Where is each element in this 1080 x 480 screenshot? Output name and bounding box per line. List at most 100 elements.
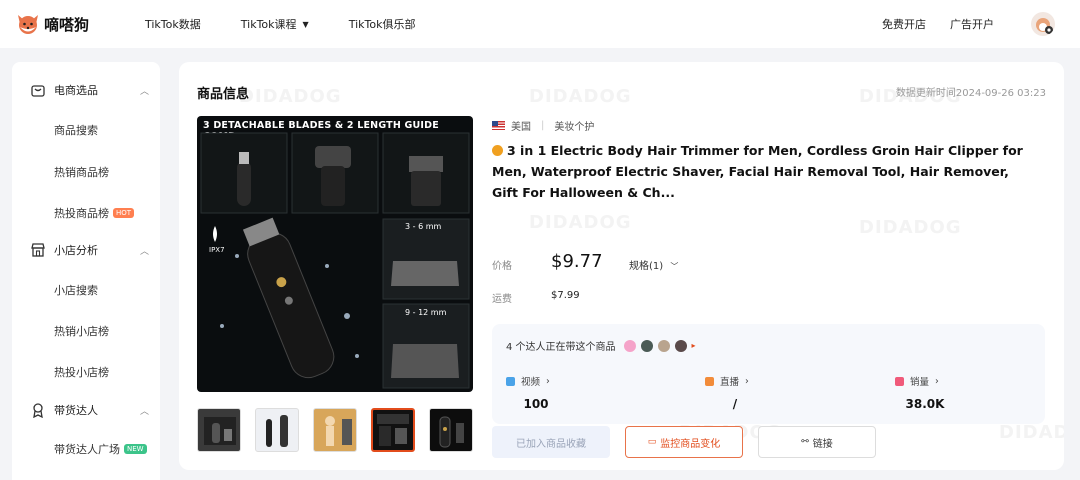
sidebar-group-store-analysis[interactable]: 小店分析 ︿ bbox=[12, 235, 160, 265]
region: 美国 bbox=[511, 122, 531, 133]
product-title[interactable]: 3 in 1 Electric Body Hair Trimmer for Me… bbox=[492, 140, 1032, 203]
thumbnail-image bbox=[266, 415, 288, 447]
sidebar-item-label: 热销商品榜 bbox=[54, 166, 109, 179]
category: 美妆个护 bbox=[554, 122, 595, 133]
watermark: DIDADOG bbox=[529, 86, 632, 107]
ipx-label: IPX7 bbox=[209, 246, 225, 254]
stat-value: / bbox=[732, 397, 738, 411]
creators-row[interactable]: 4 个达人正在带这个商品 ▸ bbox=[506, 338, 696, 353]
stat-value: 38.0K bbox=[905, 397, 945, 411]
thumbnail-1[interactable] bbox=[197, 408, 241, 452]
sidebar-group-label: 带货达人 bbox=[54, 404, 98, 417]
sidebar-group-product-selection[interactable]: 电商选品 ︿ bbox=[12, 75, 160, 105]
sidebar-item-ad-products[interactable]: 热投商品榜 HOT bbox=[54, 205, 135, 221]
button-label: 已加入商品收藏 bbox=[516, 438, 586, 450]
sidebar: 电商选品 ︿ 商品搜索 热销商品榜 热投商品榜 HOT 小店分析 ︿ 小店搜索 热… bbox=[12, 62, 160, 480]
stat-label: 视频 bbox=[521, 377, 541, 388]
favorited-button[interactable]: 已加入商品收藏 bbox=[492, 426, 610, 458]
chevron-up-icon: ︿ bbox=[140, 246, 150, 257]
nav-open-store[interactable]: 免费开店 bbox=[882, 16, 942, 32]
nav-label: 免费开店 bbox=[882, 18, 926, 31]
product-main-image[interactable]: 3 DETACHABLE BLADES & 2 LENGTH GUIDE COM… bbox=[197, 116, 473, 392]
stat-sales[interactable]: 销量 › 38.0K bbox=[895, 374, 955, 411]
us-flag-icon bbox=[492, 121, 505, 130]
coin-icon bbox=[492, 145, 503, 156]
sidebar-item-hot-stores[interactable]: 热销小店榜 bbox=[54, 323, 109, 339]
watermark: DIDADOG bbox=[859, 217, 962, 238]
sidebar-item-creator-plaza[interactable]: 带货达人广场 NEW bbox=[54, 441, 147, 457]
thumbnail-2[interactable] bbox=[255, 408, 299, 452]
nav-tiktok-club[interactable]: TikTok俱乐部 bbox=[349, 16, 416, 32]
thumbnail-image bbox=[325, 416, 352, 446]
nav-label: TikTok俱乐部 bbox=[348, 18, 416, 31]
sidebar-item-hot-products[interactable]: 热销商品榜 bbox=[54, 164, 109, 180]
sidebar-group-label: 小店分析 bbox=[54, 244, 98, 257]
avatar[interactable] bbox=[1031, 12, 1055, 36]
store-icon bbox=[31, 243, 45, 257]
watermark: DIDADOG bbox=[999, 422, 1064, 443]
nav-ad-account[interactable]: 广告开户 bbox=[950, 16, 1010, 32]
divider: | bbox=[541, 120, 545, 131]
thumbnail-4[interactable] bbox=[371, 408, 415, 452]
live-icon bbox=[705, 376, 714, 386]
watermark: DIDADOG bbox=[239, 86, 342, 107]
link-button[interactable]: ⚯ 链接 bbox=[758, 426, 876, 458]
button-label: 监控商品变化 bbox=[660, 438, 721, 450]
thumbnail-image bbox=[204, 417, 236, 445]
creator-avatar[interactable] bbox=[657, 339, 670, 352]
thumbnail-3[interactable] bbox=[313, 408, 357, 452]
stat-live[interactable]: 直播 › / bbox=[705, 374, 765, 411]
stat-value: 100 bbox=[523, 397, 549, 411]
nav-tiktok-data[interactable]: TikTok数据 bbox=[145, 16, 201, 32]
sidebar-item-label: 热投商品榜 bbox=[54, 207, 109, 220]
sidebar-group-label: 电商选品 bbox=[54, 84, 98, 97]
monitor-changes-button[interactable]: ▭ 监控商品变化 bbox=[625, 426, 743, 458]
sidebar-item-label: 小店搜索 bbox=[54, 284, 98, 297]
logo[interactable]: 嘀嗒狗 bbox=[16, 12, 129, 36]
caret-down-icon: ▼ bbox=[302, 19, 309, 29]
stat-videos[interactable]: 视频 › 100 bbox=[506, 374, 566, 411]
price-label: 价格 bbox=[492, 261, 512, 272]
chevron-up-icon: ︿ bbox=[140, 406, 150, 417]
sidebar-item-ad-stores[interactable]: 热投小店榜 bbox=[54, 364, 109, 380]
medal-icon bbox=[33, 403, 43, 418]
sidebar-item-label: 商品搜索 bbox=[54, 124, 98, 137]
chevron-right-icon: › bbox=[745, 375, 749, 387]
watermark: DIDADOG bbox=[529, 212, 632, 233]
shipping-fee: $7.99 bbox=[551, 290, 580, 301]
sidebar-item-store-search[interactable]: 小店搜索 bbox=[54, 282, 98, 298]
creator-avatar[interactable] bbox=[623, 339, 636, 352]
creator-avatars bbox=[623, 339, 692, 352]
thumbnail-5[interactable] bbox=[429, 408, 473, 452]
brand-name: 嘀嗒狗 bbox=[44, 15, 90, 34]
video-icon bbox=[506, 376, 515, 386]
nav-tiktok-course[interactable]: TikTok课程 ▼ bbox=[241, 16, 309, 32]
creator-avatar[interactable] bbox=[674, 339, 687, 352]
chevron-down-icon: ﹀ bbox=[670, 262, 679, 271]
product-title-text: 3 in 1 Electric Body Hair Trimmer for Me… bbox=[492, 143, 1023, 200]
sidebar-item-label: 热投小店榜 bbox=[54, 366, 109, 379]
creator-avatar[interactable] bbox=[640, 339, 653, 352]
top-navbar: 嘀嗒狗 TikTok数据 TikTok课程 ▼ TikTok俱乐部 免费开店 广告… bbox=[0, 0, 1080, 48]
region-row: 美国 | 美妆个护 bbox=[492, 118, 594, 133]
thumbnail-strip bbox=[197, 408, 487, 452]
fox-logo-icon bbox=[16, 12, 40, 36]
guide-label-1: 3 - 6 mm bbox=[405, 222, 442, 231]
product-info-card: DIDADOG DIDADOG DIDADOG DIDADOG DIDADOG … bbox=[179, 62, 1064, 470]
section-title: 商品信息 bbox=[197, 87, 250, 102]
new-badge: NEW bbox=[124, 444, 147, 454]
stats-panel: 4 个达人正在带这个商品 ▸ 视频 › 100 直播 › / 销量 › 38.0K bbox=[492, 324, 1045, 424]
nav-label: TikTok课程 bbox=[240, 18, 297, 31]
guide-label-2: 9 - 12 mm bbox=[405, 308, 447, 317]
sidebar-item-product-search[interactable]: 商品搜索 bbox=[54, 122, 98, 138]
update-time: 数据更新时间2024-09-26 03:23 bbox=[895, 88, 1046, 99]
hot-badge: HOT bbox=[113, 208, 135, 218]
stat-label: 销量 bbox=[910, 377, 930, 388]
thumbnail-image bbox=[377, 414, 409, 446]
spec-dropdown[interactable]: 规格(1) ﹀ bbox=[629, 257, 678, 272]
sidebar-group-creators[interactable]: 带货达人 ︿ bbox=[12, 395, 160, 425]
sales-icon bbox=[895, 376, 904, 386]
link-icon: ⚯ bbox=[801, 437, 809, 447]
chevron-right-icon: › bbox=[546, 375, 550, 387]
thumbnail-image bbox=[439, 416, 464, 448]
